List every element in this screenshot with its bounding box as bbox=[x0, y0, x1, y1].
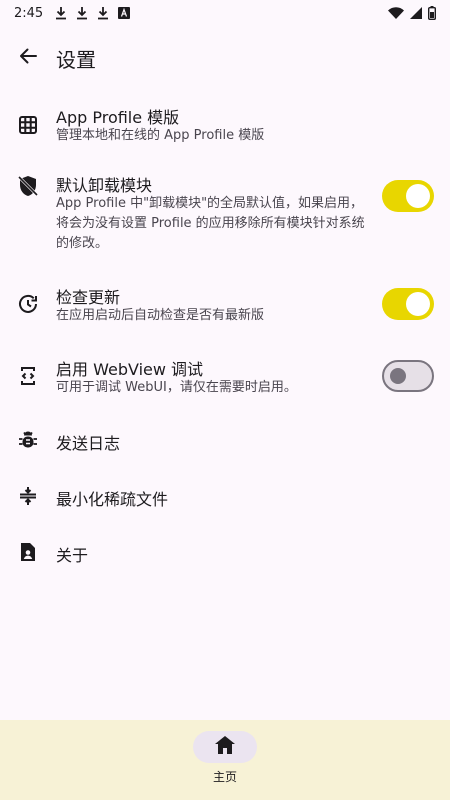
switch-thumb bbox=[406, 292, 430, 316]
nav-home-button[interactable] bbox=[193, 731, 257, 763]
update-icon bbox=[16, 292, 40, 316]
top-app-bar: 设置 bbox=[0, 30, 450, 86]
arrow-back-icon bbox=[18, 46, 38, 70]
download-icon bbox=[76, 6, 88, 20]
setting-title: 启用 WebView 调试 bbox=[56, 360, 204, 379]
setting-description: 管理本地和在线的 App Profile 模版 bbox=[56, 128, 265, 143]
setting-send-logs[interactable]: 发送日志 bbox=[0, 422, 450, 462]
webview-icon bbox=[16, 364, 40, 388]
setting-description: 在应用启动后自动检查是否有最新版 bbox=[56, 308, 265, 323]
check-update-switch[interactable] bbox=[382, 288, 434, 320]
setting-description: 可用于调试 WebUI，请仅在需要时启用。 bbox=[56, 380, 297, 395]
shield-off-icon bbox=[16, 174, 40, 198]
wifi-icon bbox=[388, 7, 404, 19]
setting-app-profile-template[interactable]: App Profile 模版 管理本地和在线的 App Profile 模版 bbox=[0, 96, 450, 160]
bottom-navigation: 主页 bbox=[0, 720, 450, 800]
notification-icons bbox=[55, 6, 131, 20]
download-icon bbox=[55, 6, 67, 20]
battery-icon bbox=[428, 6, 436, 20]
nav-home-label: 主页 bbox=[212, 770, 237, 784]
switch-thumb bbox=[390, 368, 406, 384]
system-icons bbox=[388, 6, 436, 20]
signal-icon bbox=[410, 7, 422, 19]
page-title: 设置 bbox=[56, 47, 96, 72]
setting-title: 检查更新 bbox=[56, 288, 121, 307]
setting-title: App Profile 模版 bbox=[56, 108, 180, 127]
grid-icon bbox=[16, 113, 40, 137]
setting-title: 默认卸载模块 bbox=[56, 176, 153, 195]
setting-check-update[interactable]: 检查更新 在应用启动后自动检查是否有最新版 bbox=[0, 280, 450, 340]
setting-title: 关于 bbox=[56, 546, 89, 565]
contact-icon bbox=[16, 540, 40, 564]
setting-about[interactable]: 关于 bbox=[0, 534, 450, 574]
setting-minimize-sparse-files[interactable]: 最小化稀疏文件 bbox=[0, 478, 450, 518]
unmount-modules-switch[interactable] bbox=[382, 180, 434, 212]
compress-icon bbox=[16, 484, 40, 508]
setting-webview-debugging[interactable]: 启用 WebView 调试 可用于调试 WebUI，请仅在需要时启用。 bbox=[0, 352, 450, 412]
switch-thumb bbox=[406, 184, 430, 208]
status-bar: 2:45 bbox=[0, 0, 450, 26]
setting-title: 最小化稀疏文件 bbox=[56, 490, 169, 509]
home-icon bbox=[215, 736, 235, 758]
setting-default-unmount-modules[interactable]: 默认卸载模块 App Profile 中"卸载模块"的全局默认值，如果启用，将会… bbox=[0, 164, 450, 264]
setting-description: App Profile 中"卸载模块"的全局默认值，如果启用，将会为没有设置 P… bbox=[56, 196, 365, 251]
download-icon bbox=[97, 6, 109, 20]
back-button[interactable] bbox=[0, 30, 56, 86]
webview-debugging-switch[interactable] bbox=[382, 360, 434, 392]
bug-icon bbox=[16, 428, 40, 452]
setting-title: 发送日志 bbox=[56, 434, 121, 453]
app-icon bbox=[118, 7, 131, 19]
status-time: 2:45 bbox=[14, 5, 44, 21]
